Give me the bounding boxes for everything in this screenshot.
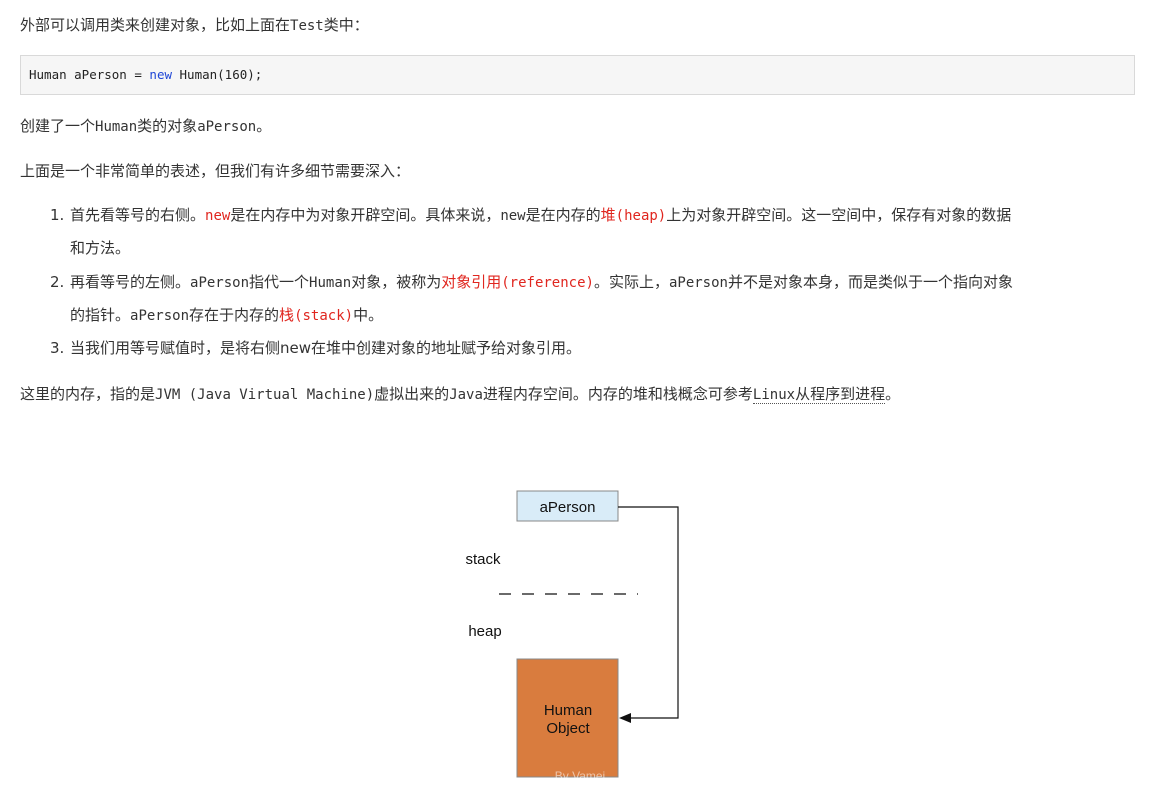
list-line: 再看等号的左侧。aPerson指代一个Human对象，被称为对象引用(refer… <box>70 266 1013 300</box>
reference-label: aPerson <box>540 499 596 516</box>
inline-code-jvm: JVM (Java Virtual Machine) <box>155 387 375 403</box>
link-code: Linux <box>752 387 796 403</box>
text: 首先看等号的右侧。 <box>70 206 206 224</box>
intro-text-end: 类中： <box>323 16 369 34</box>
list-line: 和方法。 <box>70 239 131 257</box>
text: 中。 <box>353 306 384 324</box>
list-line: 首先看等号的右侧。new是在内存中为对象开辟空间。具体来说，new是在内存的堆(… <box>70 199 1011 233</box>
code-part: Human aPerson = <box>29 67 150 82</box>
list-number: 3. <box>50 339 65 357</box>
list-item: 2. 再看等号的左侧。aPerson指代一个Human对象，被称为对象引用(re… <box>50 266 1140 332</box>
text: 类的对象 <box>137 117 198 135</box>
linux-process-link[interactable]: Linux从程序到进程 <box>752 385 886 404</box>
inline-code-human: Human <box>309 275 352 291</box>
highlight-reference: 对象引用 <box>441 273 502 291</box>
text: 创建了一个 <box>20 117 96 135</box>
list-item: 1. 首先看等号的右侧。new是在内存中为对象开辟空间。具体来说，new是在内存… <box>50 199 1140 265</box>
inline-code-test: Test <box>290 18 324 34</box>
object-label-line2: Object <box>546 720 590 737</box>
object-label-line1: Human <box>544 702 592 719</box>
text: 。 <box>256 117 272 135</box>
heap-label: heap <box>468 623 501 640</box>
code-part: Human(160); <box>172 67 263 82</box>
list-number: 1. <box>50 206 65 224</box>
text: 指代一个 <box>249 273 310 291</box>
intro-text: 外部可以调用类来创建对象，比如上面在 <box>20 16 291 34</box>
inline-code-new: new <box>500 208 526 224</box>
reference-arrow-line <box>618 506 679 719</box>
text: 上为对象开辟空间。这一空间中，保存有对象的数据 <box>666 206 1012 224</box>
link-text: 从程序到进程 <box>795 385 886 403</box>
memory-paragraph: 这里的内存，指的是JVM (Java Virtual Machine)虚拟出来的… <box>20 383 1139 406</box>
highlight-heap: 堆 <box>600 206 616 224</box>
code-keyword-new: new <box>149 67 172 82</box>
list-line: 当我们用等号赋值时，是将右侧new在堆中创建对象的地址赋予给对象引用。 <box>70 339 582 357</box>
inline-code-aperson: aPerson <box>668 275 728 291</box>
text: 这里的内存，指的是 <box>20 385 156 403</box>
inline-code-aperson: aPerson <box>130 308 190 324</box>
text: 存在于内存的 <box>189 306 280 324</box>
highlight-stack: 栈 <box>279 306 295 324</box>
created-paragraph: 创建了一个Human类的对象aPerson。 <box>20 115 1139 138</box>
text: 。实际上， <box>593 273 669 291</box>
inline-code-aperson: aPerson <box>197 119 257 135</box>
text: 是在内存中为对象开辟空间。具体来说， <box>230 206 501 224</box>
memory-diagram: aPerson stack heap Human Object By Vamei <box>465 490 679 783</box>
text: 并不是对象本身，而是类似于一个指向对象 <box>727 273 1013 291</box>
inline-code-java: Java <box>449 387 483 403</box>
inline-code-aperson: aPerson <box>190 275 250 291</box>
inline-code-new: new <box>205 208 231 224</box>
highlight-stack-code: (stack) <box>294 308 354 324</box>
text: 的指针。 <box>70 306 131 324</box>
highlight-heap-code: (heap) <box>615 208 667 224</box>
text: 再看等号的左侧。 <box>70 273 191 291</box>
inline-code-human: Human <box>95 119 138 135</box>
text: 进程内存空间。内存的堆和栈概念可参考 <box>482 385 753 403</box>
text: 虚拟出来的 <box>374 385 450 403</box>
watermark-text: By Vamei <box>555 769 605 783</box>
details-intro-paragraph: 上面是一个非常简单的表述，但我们有许多细节需要深入： <box>20 162 411 180</box>
list-line: 的指针。aPerson存在于内存的栈(stack)中。 <box>70 299 383 333</box>
stack-label: stack <box>465 551 501 568</box>
intro-paragraph: 外部可以调用类来创建对象，比如上面在Test类中： <box>20 14 1139 37</box>
list-item: 3. 当我们用等号赋值时，是将右侧new在堆中创建对象的地址赋予给对象引用。 <box>50 332 1140 365</box>
code-block: Human aPerson = new Human(160); <box>20 55 1135 95</box>
text: 对象，被称为 <box>351 273 442 291</box>
text: 是在内存的 <box>525 206 601 224</box>
highlight-reference-code: (reference) <box>501 275 594 291</box>
list-number: 2. <box>50 273 65 291</box>
text: 。 <box>885 385 901 403</box>
arrowhead-icon <box>619 713 631 723</box>
